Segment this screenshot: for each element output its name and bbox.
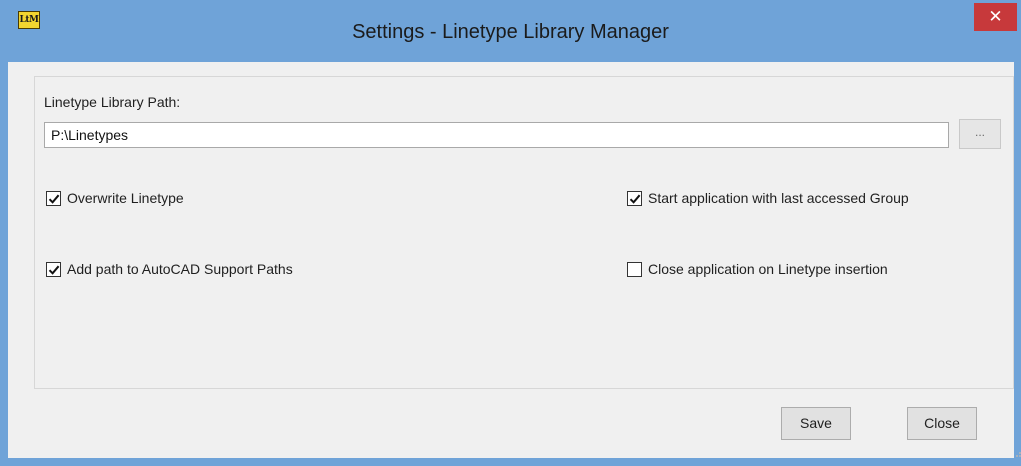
overwrite-linetype-label: Overwrite Linetype (67, 190, 184, 206)
title-bar[interactable]: LtM Settings - Linetype Library Manager … (0, 0, 1021, 62)
checkmark-icon (629, 194, 641, 204)
close-window-button[interactable]: ✕ (974, 3, 1017, 31)
add-support-path-option[interactable]: Add path to AutoCAD Support Paths (46, 261, 293, 277)
checkmark-icon (48, 265, 60, 275)
close-on-insert-checkbox[interactable] (627, 261, 642, 277)
add-support-path-checkbox[interactable] (46, 261, 61, 277)
start-last-group-label: Start application with last accessed Gro… (648, 190, 909, 206)
library-path-input[interactable] (44, 122, 949, 148)
close-on-insert-option[interactable]: Close application on Linetype insertion (627, 261, 888, 277)
overwrite-linetype-checkbox[interactable] (46, 190, 61, 206)
checkmark-icon (48, 194, 60, 204)
resize-grip-icon[interactable] (1012, 448, 1021, 458)
start-last-group-option[interactable]: Start application with last accessed Gro… (627, 190, 909, 206)
close-button[interactable]: Close (907, 407, 977, 440)
save-button[interactable]: Save (781, 407, 851, 440)
library-path-label: Linetype Library Path: (44, 94, 181, 110)
overwrite-linetype-option[interactable]: Overwrite Linetype (46, 190, 184, 206)
add-support-path-label: Add path to AutoCAD Support Paths (67, 261, 293, 277)
close-on-insert-label: Close application on Linetype insertion (648, 261, 888, 277)
dialog-body: Linetype Library Path: ... Overwrite Lin… (8, 62, 1021, 458)
settings-window: LtM Settings - Linetype Library Manager … (0, 0, 1021, 466)
browse-button[interactable]: ... (959, 119, 1001, 149)
start-last-group-checkbox[interactable] (627, 190, 642, 206)
close-icon: ✕ (988, 7, 1003, 26)
window-title: Settings - Linetype Library Manager (352, 21, 669, 43)
